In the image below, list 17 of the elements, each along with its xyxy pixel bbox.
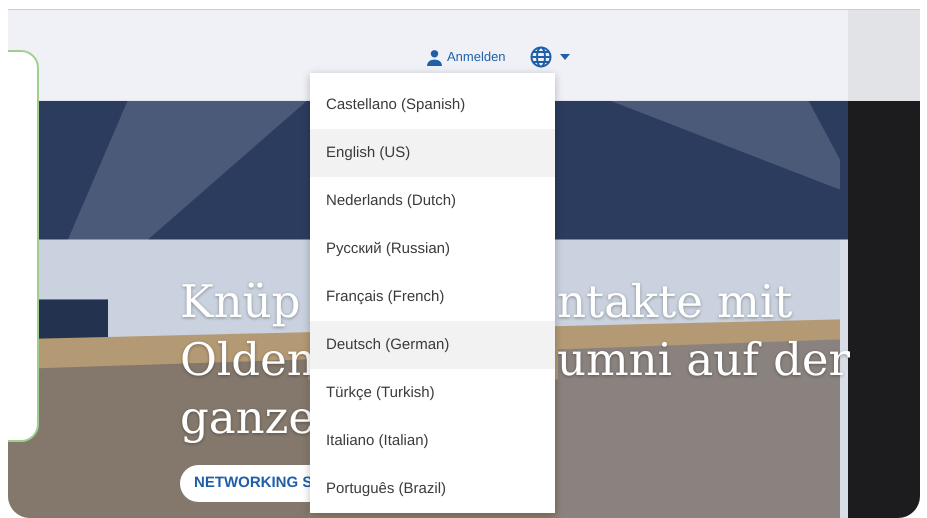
language-option[interactable]: Türkçe (Turkish) [310, 369, 555, 417]
globe-icon [530, 46, 552, 68]
headline-text: ganze [180, 390, 310, 446]
login-link[interactable]: Anmelden [426, 47, 506, 67]
language-option[interactable]: Português (Brazil) [310, 465, 555, 513]
headline-text: Olden [180, 332, 310, 388]
headline-text: Knüp [180, 274, 302, 330]
language-option[interactable]: Castellano (Spanish) [310, 81, 555, 129]
language-option[interactable]: Русский (Russian) [310, 225, 555, 273]
language-option[interactable]: Deutsch (German) [310, 321, 555, 369]
language-option[interactable]: Nederlands (Dutch) [310, 177, 555, 225]
language-option[interactable]: Français (French) [310, 273, 555, 321]
language-option[interactable]: English (US) [310, 129, 555, 177]
user-icon [426, 48, 443, 66]
language-button[interactable] [530, 46, 570, 68]
caret-icon [560, 54, 570, 60]
language-option[interactable]: Italiano (Italian) [310, 417, 555, 465]
